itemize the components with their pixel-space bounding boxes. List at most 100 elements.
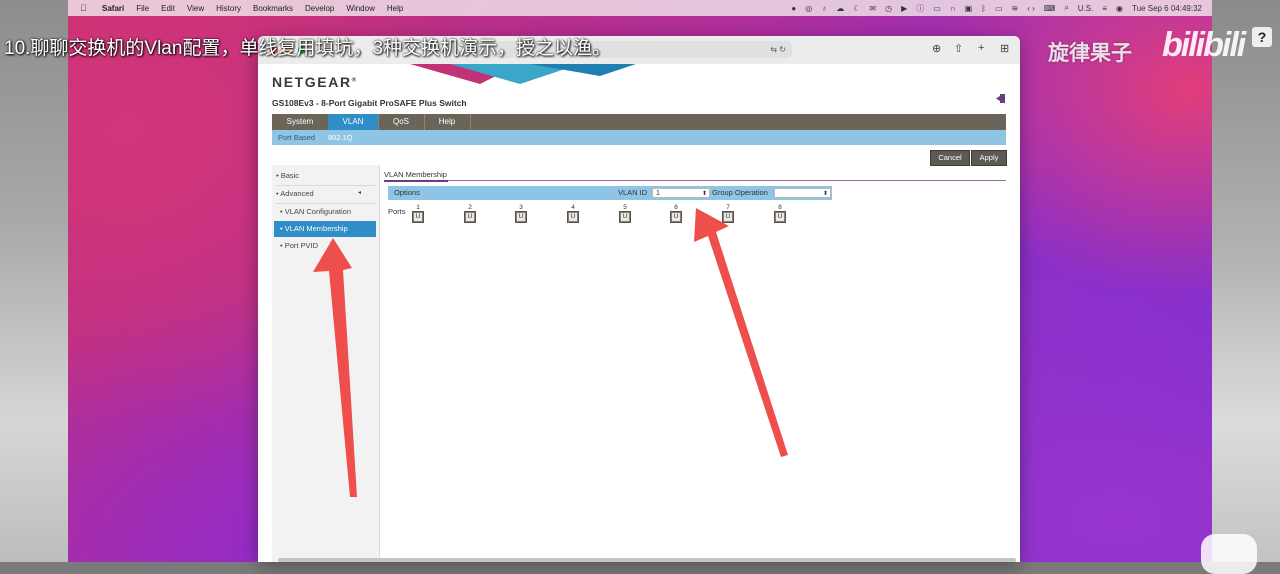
port-number: 7 [726, 204, 730, 211]
netgear-logo: NETGEAR® [272, 74, 358, 90]
tab-system[interactable]: System [272, 114, 329, 130]
apple-icon[interactable]:  [80, 3, 92, 13]
nav-port-pvid[interactable]: • Port PVID [280, 241, 318, 250]
play-icon[interactable]: ▶ [901, 4, 907, 13]
menu-help[interactable]: Help [387, 4, 403, 13]
chat-icon[interactable]: ✉ [869, 4, 876, 13]
share-icon[interactable]: ⇧ [954, 42, 963, 55]
clock-icon[interactable]: ◷ [885, 4, 892, 13]
port-number: 2 [468, 204, 472, 211]
vlan-id-label: VLAN ID [618, 188, 648, 197]
tab-help[interactable]: Help [424, 114, 471, 130]
status-icon[interactable]: ◎ [805, 4, 812, 13]
safari-window: ⇆ ↻ ⊕ ⇧ + ⊞ NETGEAR® GS108Ev3 - 8-Port G… [258, 36, 1020, 562]
port-state: U [724, 213, 732, 221]
port-1: 1 U [410, 204, 426, 223]
section-active-underline [384, 180, 448, 182]
tab-qos[interactable]: QoS [378, 114, 425, 130]
product-title: GS108Ev3 - 8-Port Gigabit ProSAFE Plus S… [272, 98, 467, 108]
menu-file[interactable]: File [136, 4, 149, 13]
port-3: 3 U [513, 204, 529, 223]
port-4: 4 U [565, 204, 581, 223]
nav-divider [276, 185, 376, 186]
apply-button[interactable]: Apply [971, 150, 1007, 166]
help-badge[interactable]: ? [1252, 27, 1272, 47]
port-number: 6 [674, 204, 678, 211]
menu-develop[interactable]: Develop [305, 4, 334, 13]
port-state: U [672, 213, 680, 221]
nav-vlan-membership[interactable]: • VLAN Membership [274, 221, 376, 237]
vlan-sub-tabs: Port Based 802.1Q [272, 130, 1006, 145]
input-source-label[interactable]: U.S. [1078, 4, 1094, 13]
cancel-button[interactable]: Cancel [930, 150, 970, 166]
port-state: U [466, 213, 474, 221]
video-side-blur-right [1212, 0, 1280, 562]
port-membership-toggle[interactable]: U [670, 211, 682, 223]
nav-vlan-configuration[interactable]: • VLAN Configuration [280, 207, 351, 216]
horizontal-scrollbar[interactable] [278, 558, 1016, 562]
info-icon[interactable]: ⓘ [916, 3, 924, 14]
moon-icon[interactable]: ☾ [853, 4, 860, 13]
port-membership-toggle[interactable]: U [567, 211, 579, 223]
search-icon[interactable]: ⌕ [1064, 3, 1068, 13]
menu-bookmarks[interactable]: Bookmarks [253, 4, 293, 13]
nav-divider [276, 203, 376, 204]
menu-history[interactable]: History [216, 4, 241, 13]
subtab-8021q[interactable]: 802.1Q [328, 130, 353, 145]
port-membership-toggle[interactable]: U [464, 211, 476, 223]
siri-icon[interactable]: ◉ [1116, 4, 1123, 13]
section-underline [384, 180, 1006, 181]
banner-graphic [410, 64, 636, 84]
port-5: 5 U [617, 204, 633, 223]
switch-web-ui: NETGEAR® GS108Ev3 - 8-Port Gigabit ProSA… [258, 64, 1020, 562]
lock-icon[interactable]: ▣ [965, 4, 973, 13]
video-caption: 10.聊聊交换机的Vlan配置，单线复用填坑，3种交换机演示，授之以渔。 [4, 38, 612, 59]
netgear-logo-mark: ® [351, 77, 358, 84]
subtab-port-based[interactable]: Port Based [278, 130, 315, 145]
vlan-id-value: 1 [656, 190, 660, 197]
record-icon[interactable]: ● [791, 4, 796, 13]
display-icon[interactable]: ▭ [933, 4, 941, 13]
tab-vlan[interactable]: VLAN [328, 114, 379, 130]
nav-advanced[interactable]: • Advanced [276, 189, 314, 198]
port-membership-toggle[interactable]: U [515, 211, 527, 223]
menu-view[interactable]: View [187, 4, 204, 13]
battery-icon[interactable]: ▭ [995, 4, 1003, 13]
menu-app-name[interactable]: Safari [102, 4, 124, 13]
logout-icon[interactable] [996, 94, 1005, 103]
download-icon[interactable]: ⊕ [932, 42, 941, 55]
port-membership-toggle[interactable]: U [619, 211, 631, 223]
tab-overview-icon[interactable]: ⊞ [1000, 42, 1009, 55]
headphones-icon[interactable]: ∩ [950, 4, 956, 13]
nav-basic[interactable]: • Basic [276, 171, 299, 180]
menu-window[interactable]: Window [346, 4, 374, 13]
vlan-id-select[interactable]: 1 ⬍ [652, 188, 710, 198]
keyboard-icon[interactable]: ⌨ [1044, 4, 1056, 13]
menu-edit[interactable]: Edit [161, 4, 175, 13]
wifi-icon[interactable]: ≋ [1012, 4, 1019, 13]
menu-clock[interactable]: Tue Sep 6 04:49:32 [1132, 4, 1202, 13]
port-state: U [569, 213, 577, 221]
port-membership-toggle[interactable]: U [774, 211, 786, 223]
port-membership-toggle[interactable]: U [412, 211, 424, 223]
port-membership-toggle[interactable]: U [722, 211, 734, 223]
tv-mascot-icon [1201, 534, 1257, 574]
arrows-icon[interactable]: ‹ › [1027, 4, 1035, 13]
group-operation-select[interactable]: ⬍ [774, 188, 831, 198]
port-state: U [414, 213, 422, 221]
bilibili-logo: bilibili [1162, 26, 1246, 64]
new-tab-icon[interactable]: + [978, 42, 984, 54]
options-row: Options VLAN ID 1 ⬍ Group Operation ⬍ [388, 186, 832, 200]
collapse-arrow-icon[interactable]: ◂ [358, 189, 361, 196]
section-title: VLAN Membership [384, 170, 447, 179]
select-arrows-icon: ⬍ [822, 191, 828, 197]
menu-extras: ● ◎ ♁ ☁ ☾ ✉ ◷ ▶ ⓘ ▭ ∩ ▣ ᛒ ▭ ≋ ‹ › ⌨ ⌕ U.… [791, 0, 1202, 16]
script-icon[interactable]: ♁ [821, 4, 827, 13]
port-state: U [776, 213, 784, 221]
translate-icon[interactable]: ⇆ ↻ [770, 41, 786, 58]
cloud-icon[interactable]: ☁ [836, 4, 844, 13]
control-center-icon[interactable]: ≡ [1102, 4, 1107, 13]
port-number: 4 [571, 204, 575, 211]
video-side-blur-left [0, 0, 68, 562]
bluetooth-icon[interactable]: ᛒ [981, 4, 986, 13]
